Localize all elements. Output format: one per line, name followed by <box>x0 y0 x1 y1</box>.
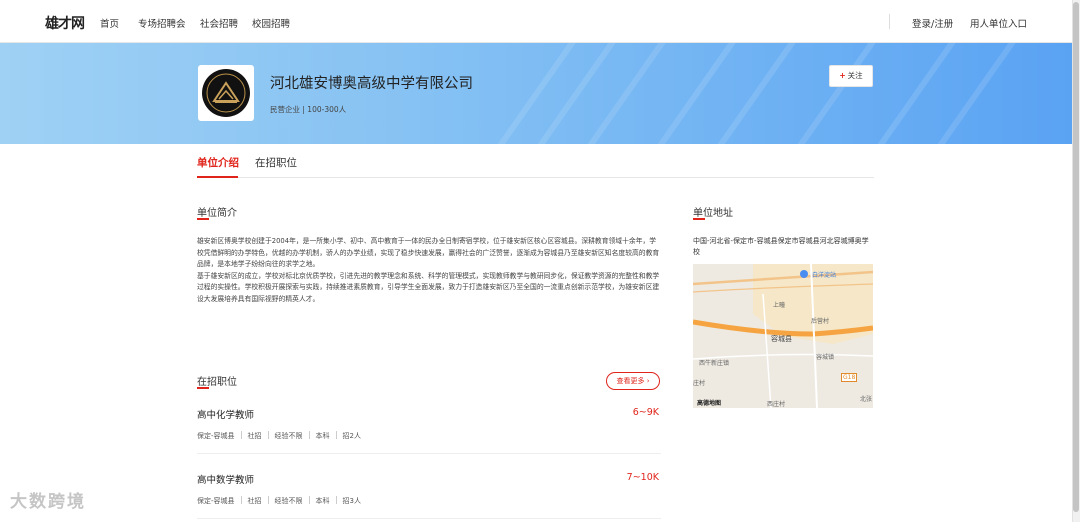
job-item[interactable]: 高中化学教师 6~9K 保定-容城县 社招 经验不限 本科 招2人 <box>197 407 661 455</box>
company-banner <box>0 43 1072 144</box>
job-title[interactable]: 高中数学教师 <box>197 472 254 486</box>
job-item[interactable]: 高中数学教师 7~10K 保定-容城县 社招 经验不限 本科 招3人 <box>197 472 661 520</box>
job-tag: 本科 <box>315 432 330 440</box>
map-label: 容城镇 <box>816 354 835 361</box>
address-title-bar <box>693 218 705 220</box>
logo-text: 雄才网 <box>45 16 85 32</box>
nav-home[interactable]: 首页 <box>100 16 119 30</box>
plus-icon: + <box>839 71 846 80</box>
company-name: 河北雄安博奥高级中学有限公司 <box>270 76 473 92</box>
map-label: 西牛新庄镇 <box>699 360 730 367</box>
job-salary: 6~9K <box>632 407 659 418</box>
job-tag: 招2人 <box>342 432 361 440</box>
map-label: 上疃 <box>773 302 786 309</box>
jobs-section-title: 在招职位 <box>197 377 237 388</box>
job-tag: 本科 <box>315 497 330 505</box>
nav-social-recruit[interactable]: 社会招聘 <box>200 16 238 30</box>
follow-button[interactable]: + 关注 <box>829 65 873 87</box>
follow-label: 关注 <box>847 71 863 80</box>
job-tag: 保定-容城县 <box>197 497 235 505</box>
intro-paragraph: 雄安新区博奥学校创建于2004年，是一所集小学、初中、高中教育于一体的民办全日制… <box>197 237 660 269</box>
scrollbar-thumb[interactable] <box>1073 2 1079 512</box>
site-logo[interactable]: 雄才网 <box>45 13 85 33</box>
see-more-label: 查看更多 <box>616 377 645 385</box>
address-text: 中国-河北省-保定市-容城县保定市容城县河北容城博奥学校 <box>693 237 869 256</box>
intro-text: 雄安新区博奥学校创建于2004年，是一所集小学、初中、高中教育于一体的民办全日制… <box>197 236 661 306</box>
job-tag: 社招 <box>247 497 262 505</box>
job-tags: 保定-容城县 社招 经验不限 本科 招3人 <box>197 496 361 506</box>
nav-divider <box>889 14 890 29</box>
job-tags: 保定-容城县 社招 经验不限 本科 招2人 <box>197 431 361 441</box>
job-tag: 经验不限 <box>274 432 303 440</box>
nav-special-fair[interactable]: 专场招聘会 <box>138 16 186 30</box>
see-more-button[interactable]: 查看更多 › <box>606 372 660 390</box>
map-label: 容城县 <box>771 335 792 343</box>
map-road-label: G18 <box>841 373 858 382</box>
job-divider <box>197 453 661 454</box>
job-title[interactable]: 高中化学教师 <box>197 407 254 421</box>
tab-open-positions[interactable]: 在招职位 <box>255 155 297 170</box>
intro-body: 雄安新区博奥学校创建于2004年，是一所集小学、初中、高中教育于一体的民办全日制… <box>197 236 661 306</box>
address-title: 单位地址 <box>693 208 733 219</box>
map-label: 北张 <box>860 396 873 403</box>
watermark: 大数跨境 <box>10 492 86 512</box>
top-navbar: 雄才网 首页 专场招聘会 社会招聘 校园招聘 登录/注册 用人单位入口 <box>0 0 1072 43</box>
location-map[interactable]: 白洋淀站 上疃 后营村 容城县 容城镇 西牛新庄镇 G18 庄村 西庄村 北张 … <box>693 264 873 408</box>
map-label: 西庄村 <box>767 401 786 408</box>
map-label: 庄村 <box>693 380 706 387</box>
login-link[interactable]: 登录/注册 <box>912 16 953 30</box>
tab-company-intro[interactable]: 单位介绍 <box>197 155 239 170</box>
active-tab-indicator <box>197 176 238 178</box>
jobs-title-bar <box>197 387 209 389</box>
intro-title-bar <box>197 218 209 220</box>
map-brand-logo: 高德地图 <box>697 400 722 407</box>
chevron-right-icon: › <box>646 377 650 385</box>
map-poi-label: 白洋淀站 <box>812 272 837 279</box>
employer-entry-link[interactable]: 用人单位入口 <box>970 16 1027 30</box>
job-divider <box>197 518 661 519</box>
company-logo <box>198 65 254 121</box>
company-tabs: 单位介绍 在招职位 <box>197 145 874 178</box>
school-emblem-icon <box>206 73 246 113</box>
intro-paragraph: 基于雄安新区的成立，学校对标北京优质学校，引进先进的教学理念和系统、科学的管理模… <box>197 271 660 303</box>
job-salary: 7~10K <box>626 472 659 483</box>
job-tag: 社招 <box>247 432 262 440</box>
company-meta: 民营企业 | 100-300人 <box>270 105 347 114</box>
job-tag: 保定-容城县 <box>197 432 235 440</box>
nav-campus-recruit[interactable]: 校园招聘 <box>252 16 290 30</box>
job-tag: 招3人 <box>342 497 361 505</box>
intro-title: 单位简介 <box>197 208 237 219</box>
job-tag: 经验不限 <box>274 497 303 505</box>
map-label: 后营村 <box>811 318 830 325</box>
